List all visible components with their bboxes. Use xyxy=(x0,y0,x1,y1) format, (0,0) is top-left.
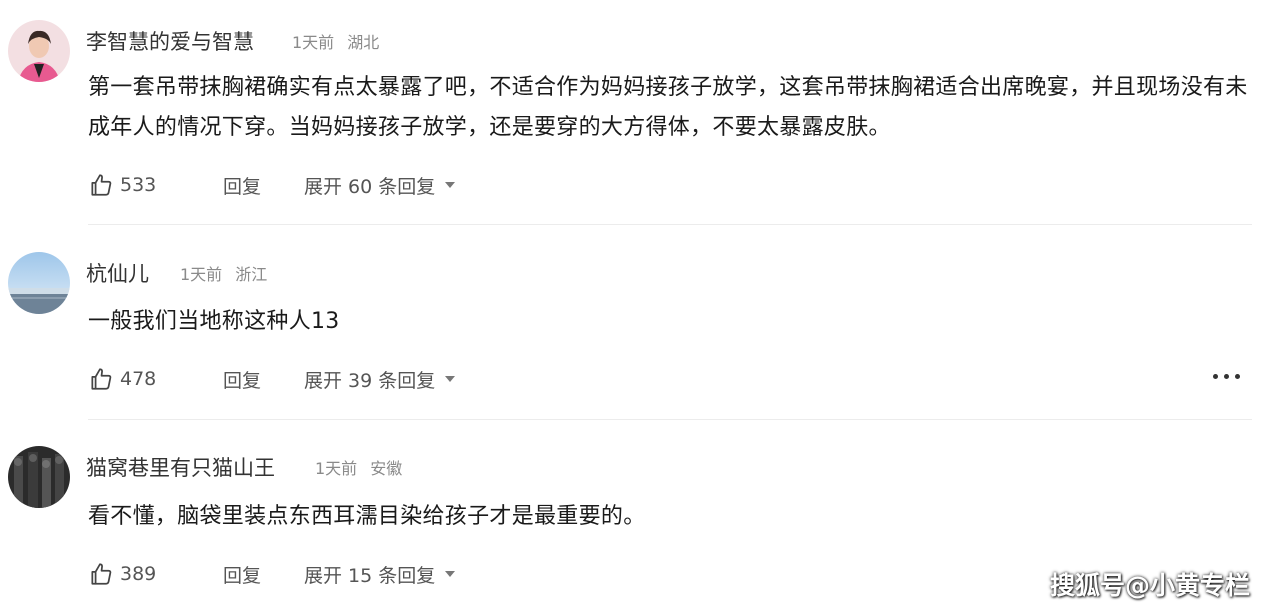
expand-replies-label: 展开 15 条回复 xyxy=(304,564,436,587)
comment-time: 1天前 xyxy=(315,459,358,478)
comment-location: 安徽 xyxy=(370,459,403,478)
watermark: 搜狐号@小黄专栏 xyxy=(1049,571,1250,600)
comment-text: 看不懂，脑袋里装点东西耳濡目染给孩子才是最重要的。 xyxy=(88,504,646,529)
comment-item: 猫窝巷里有只猫山王 1天前 安徽 看不懂，脑袋里装点东西耳濡目染给孩子才是最重要… xyxy=(0,0,1280,614)
avatar[interactable] xyxy=(8,446,70,508)
like-button[interactable]: 389 xyxy=(88,561,156,587)
username[interactable]: 猫窝巷里有只猫山王 xyxy=(86,452,275,482)
thumbs-up-icon xyxy=(91,563,112,585)
comment-meta: 1天前 安徽 xyxy=(315,455,402,479)
expand-replies-button[interactable]: 展开 15 条回复 xyxy=(304,561,456,588)
like-count: 389 xyxy=(120,563,157,585)
chevron-down-icon xyxy=(445,571,456,577)
reply-button[interactable]: 回复 xyxy=(223,561,261,588)
comment-actions: 389 回复 展开 15 条回复 xyxy=(88,559,488,589)
